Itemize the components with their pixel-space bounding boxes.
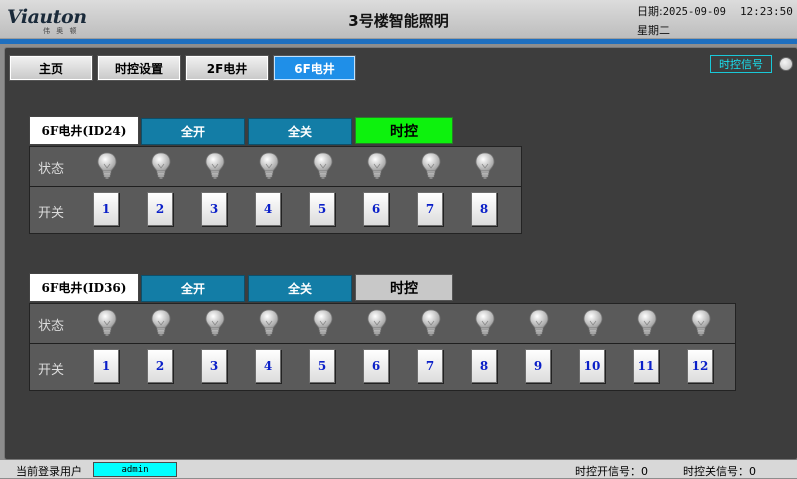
switch-number: 8 bbox=[479, 359, 489, 373]
light-bulb-icon bbox=[97, 152, 117, 180]
switch-number: 4 bbox=[263, 359, 273, 373]
main-panel bbox=[4, 47, 797, 460]
switch-number: 1 bbox=[101, 359, 111, 373]
switch-button-5[interactable]: 5 bbox=[309, 349, 335, 383]
timer-off-signal: 时控关信号：0 bbox=[683, 465, 756, 478]
signal-indicator-lamp bbox=[779, 57, 793, 71]
weekday-value: 星期二 bbox=[637, 24, 670, 37]
light-bulb-icon bbox=[367, 152, 387, 180]
switch-number: 6 bbox=[371, 202, 381, 216]
switch-button-4[interactable]: 4 bbox=[255, 349, 281, 383]
light-bulb-icon bbox=[421, 309, 441, 337]
all-on-button[interactable]: 全开 bbox=[141, 275, 245, 302]
light-bulb-icon bbox=[475, 309, 495, 337]
switch-button-6[interactable]: 6 bbox=[363, 349, 389, 383]
lighting-grid: 状态 开关 1 2 3 4 5 6 7 8 bbox=[29, 146, 522, 234]
date-value: 2025-09-09 bbox=[662, 6, 726, 18]
switch-number: 5 bbox=[317, 202, 327, 216]
light-bulb-icon bbox=[421, 152, 441, 180]
light-bulb-icon bbox=[583, 309, 603, 337]
light-bulb-icon bbox=[691, 309, 711, 337]
tab-timer-settings[interactable]: 时控设置 bbox=[97, 55, 181, 81]
timer-signal-badge: 时控信号 bbox=[710, 55, 772, 73]
switch-button-3[interactable]: 3 bbox=[201, 192, 227, 226]
status-row-label: 状态 bbox=[38, 162, 65, 177]
switch-button-5[interactable]: 5 bbox=[309, 192, 335, 226]
tab-home[interactable]: 主页 bbox=[9, 55, 93, 81]
all-on-button[interactable]: 全开 bbox=[141, 118, 245, 145]
switch-button-2[interactable]: 2 bbox=[147, 192, 173, 226]
light-bulb-icon bbox=[205, 309, 225, 337]
current-user-field: admin bbox=[93, 462, 177, 477]
switch-button-6[interactable]: 6 bbox=[363, 192, 389, 226]
switch-number: 7 bbox=[425, 202, 435, 216]
time-value: 12:23:50 bbox=[739, 5, 793, 18]
light-bulb-icon bbox=[475, 152, 495, 180]
panel-title: 6F电井(ID24) bbox=[29, 116, 139, 145]
switch-number: 7 bbox=[425, 359, 435, 373]
switch-button-11[interactable]: 11 bbox=[633, 349, 659, 383]
switch-button-7[interactable]: 7 bbox=[417, 192, 443, 226]
switch-number: 2 bbox=[155, 359, 165, 373]
top-bar: Viauton 伟 奥 顿 3号楼智能照明 日期:2025-09-09 12:23… bbox=[0, 0, 797, 39]
all-off-button[interactable]: 全关 bbox=[248, 275, 352, 302]
switch-number: 3 bbox=[209, 359, 219, 373]
switch-number: 1 bbox=[101, 202, 111, 216]
status-bar: 当前登录用户 admin 时控开信号：0 时控关信号：0 bbox=[0, 460, 797, 478]
switch-number: 10 bbox=[583, 359, 601, 373]
light-bulb-icon bbox=[313, 309, 333, 337]
switch-number: 4 bbox=[263, 202, 273, 216]
switch-button-1[interactable]: 1 bbox=[93, 349, 119, 383]
light-bulb-icon bbox=[637, 309, 657, 337]
switch-button-2[interactable]: 2 bbox=[147, 349, 173, 383]
switch-button-8[interactable]: 8 bbox=[471, 349, 497, 383]
date-label: 日期: bbox=[637, 5, 663, 18]
timer-on-signal: 时控开信号：0 bbox=[575, 465, 648, 478]
row-divider bbox=[30, 186, 521, 187]
timer-button[interactable]: 时控 bbox=[355, 274, 453, 301]
switch-number: 2 bbox=[155, 202, 165, 216]
switch-button-8[interactable]: 8 bbox=[471, 192, 497, 226]
switch-number: 6 bbox=[371, 359, 381, 373]
light-bulb-icon bbox=[205, 152, 225, 180]
switch-number: 12 bbox=[691, 359, 709, 373]
light-bulb-icon bbox=[151, 152, 171, 180]
switch-button-3[interactable]: 3 bbox=[201, 349, 227, 383]
switch-button-10[interactable]: 10 bbox=[579, 349, 605, 383]
timer-button[interactable]: 时控 bbox=[355, 117, 453, 144]
light-bulb-icon bbox=[367, 309, 387, 337]
tab-2f-shaft[interactable]: 2F电井 bbox=[185, 55, 269, 81]
switch-number: 8 bbox=[479, 202, 489, 216]
status-row-label: 状态 bbox=[38, 319, 65, 334]
switch-button-4[interactable]: 4 bbox=[255, 192, 281, 226]
switch-number: 3 bbox=[209, 202, 219, 216]
light-bulb-icon bbox=[259, 309, 279, 337]
row-divider bbox=[30, 343, 735, 344]
switch-number: 5 bbox=[317, 359, 327, 373]
header-divider bbox=[0, 39, 797, 44]
panel-title: 6F电井(ID36) bbox=[29, 273, 139, 302]
switch-number: 11 bbox=[637, 359, 655, 373]
light-bulb-icon bbox=[259, 152, 279, 180]
switch-button-1[interactable]: 1 bbox=[93, 192, 119, 226]
switch-number: 9 bbox=[533, 359, 543, 373]
all-off-button[interactable]: 全关 bbox=[248, 118, 352, 145]
light-bulb-icon bbox=[151, 309, 171, 337]
light-bulb-icon bbox=[97, 309, 117, 337]
switch-row-label: 开关 bbox=[38, 363, 65, 378]
switch-button-7[interactable]: 7 bbox=[417, 349, 443, 383]
current-user-label: 当前登录用户 bbox=[16, 465, 82, 478]
light-bulb-icon bbox=[313, 152, 333, 180]
switch-button-12[interactable]: 12 bbox=[687, 349, 713, 383]
switch-row-label: 开关 bbox=[38, 206, 65, 221]
switch-button-9[interactable]: 9 bbox=[525, 349, 551, 383]
tab-6f-shaft[interactable]: 6F电井 bbox=[273, 55, 356, 81]
lighting-grid: 状态 开关 1 2 3 4 5 6 7 8 9 10 11 12 bbox=[29, 303, 736, 391]
date-display: 日期:2025-09-09 12:23:50 bbox=[637, 3, 793, 19]
light-bulb-icon bbox=[529, 309, 549, 337]
